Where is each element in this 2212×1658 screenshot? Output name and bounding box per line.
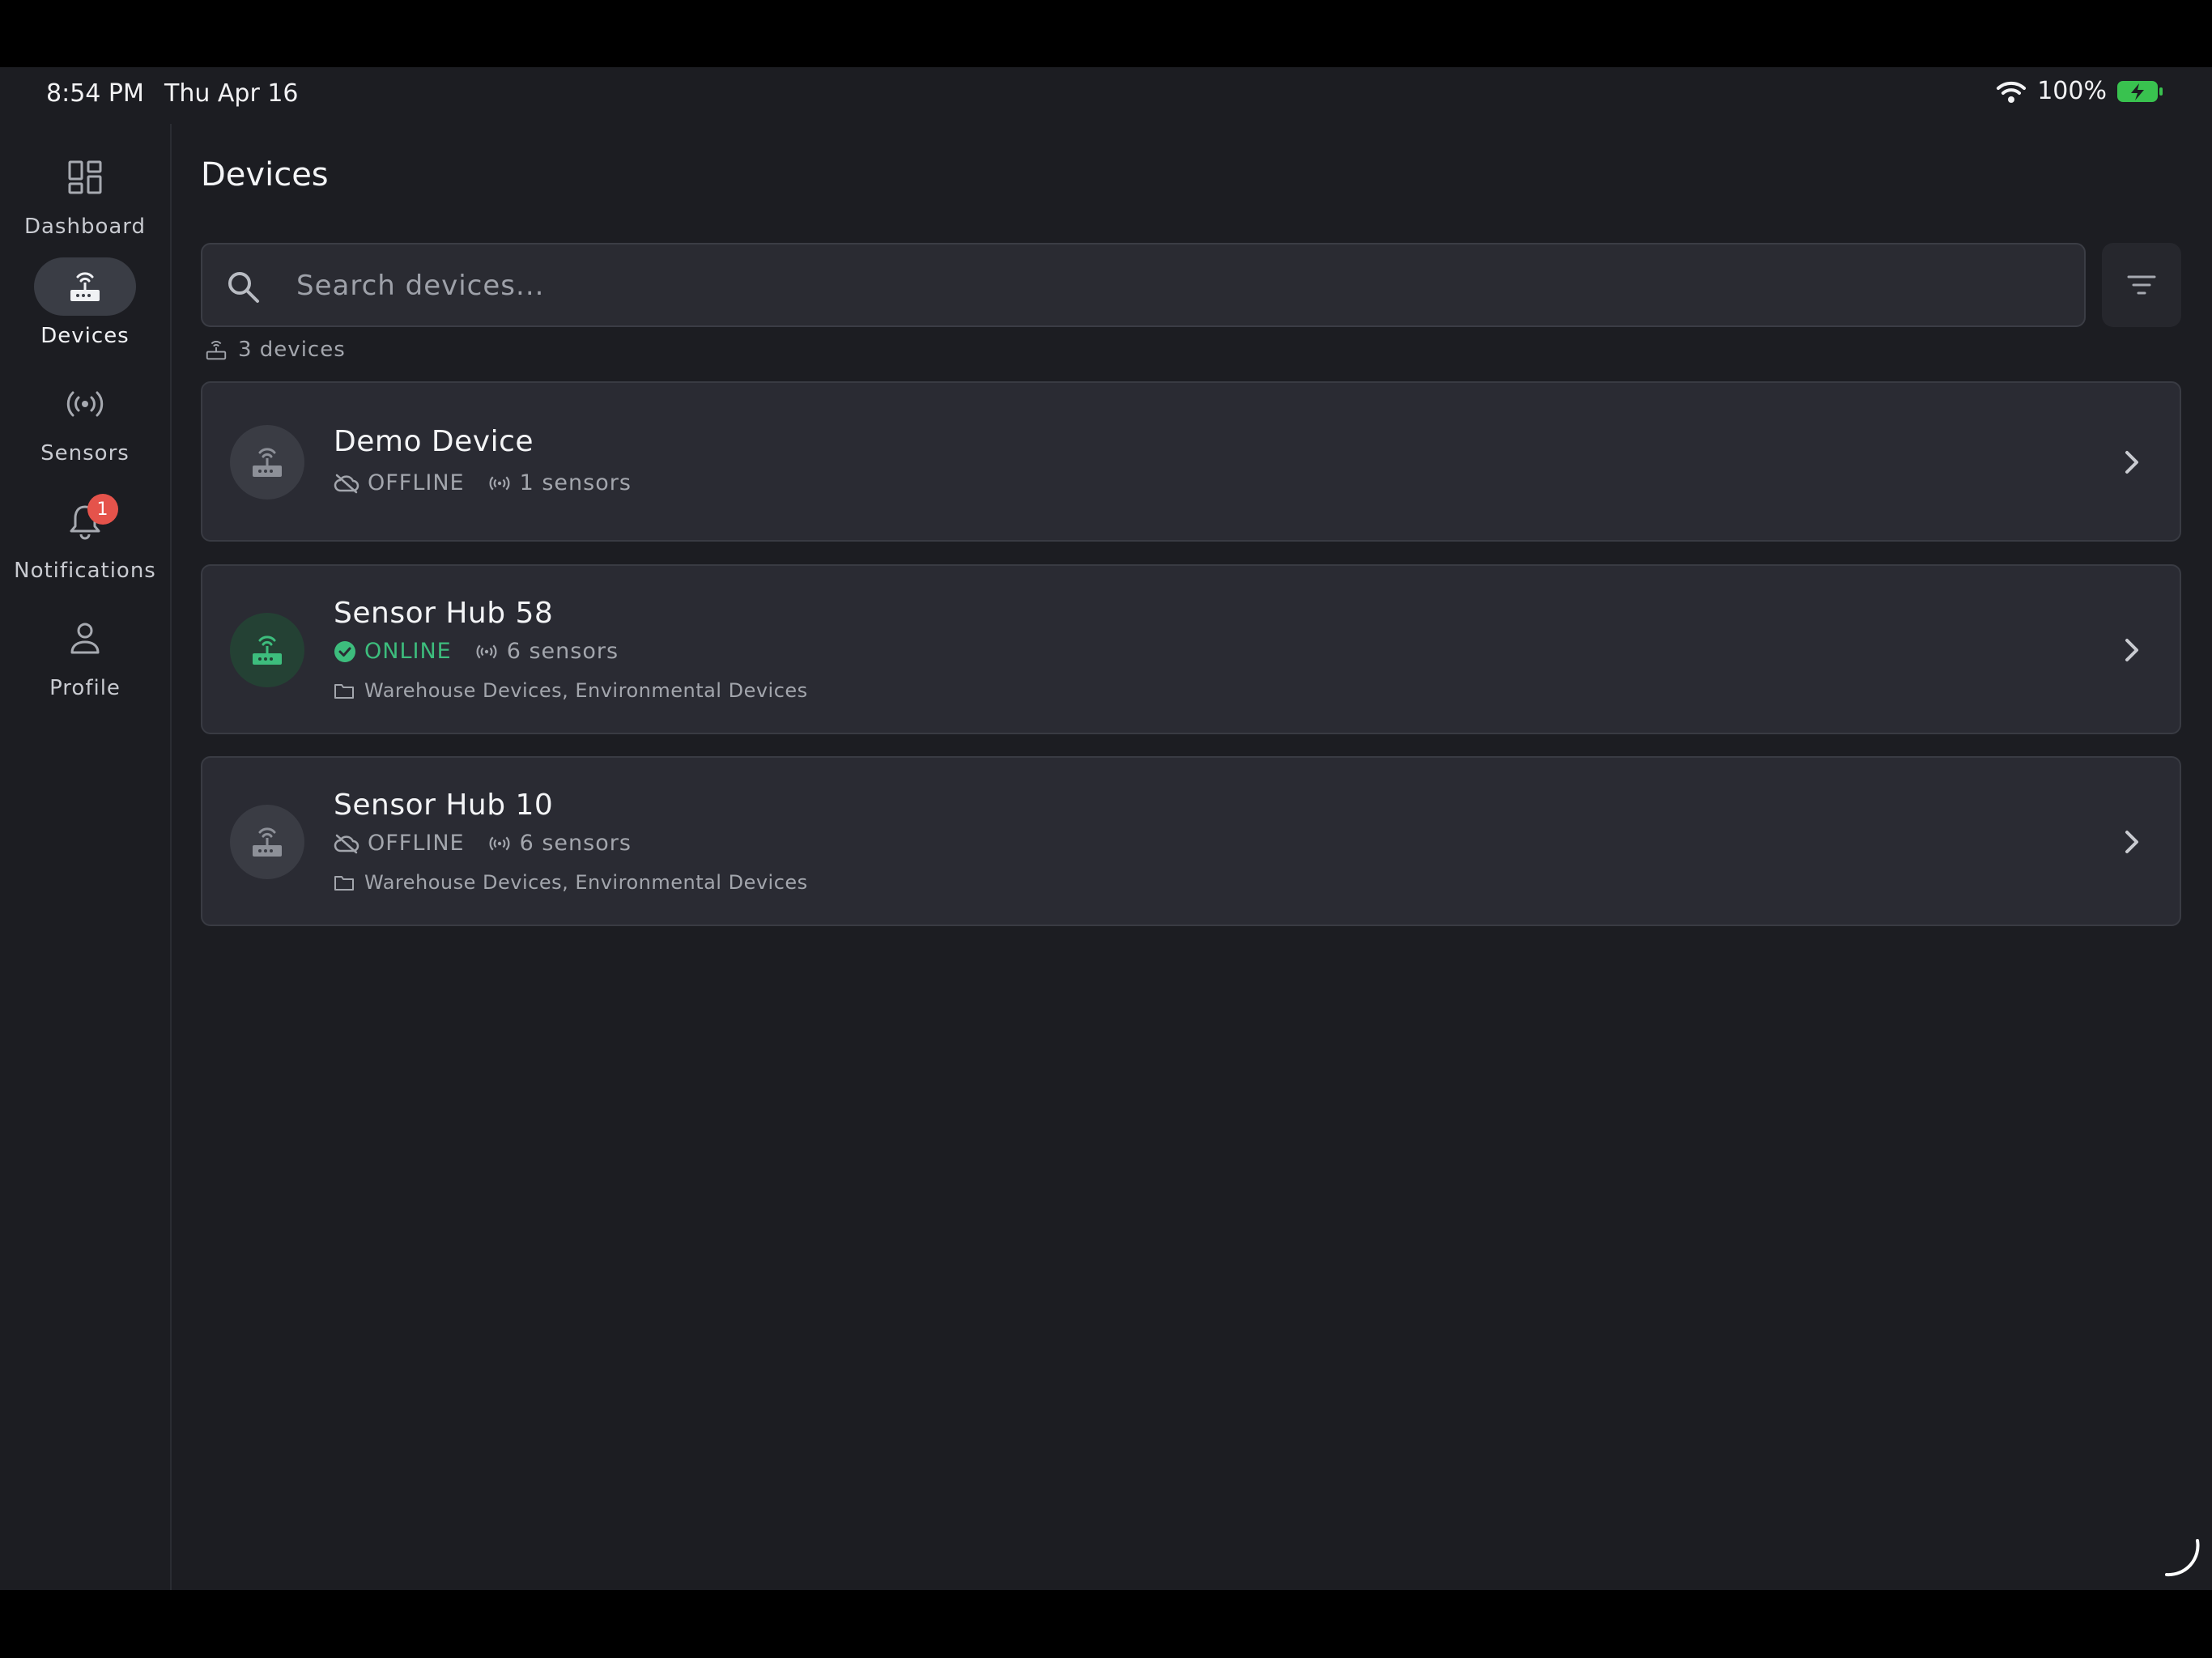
device-groups-text: Warehouse Devices, Environmental Devices — [364, 871, 808, 894]
filter-icon — [2127, 275, 2156, 295]
person-icon-wrap — [34, 610, 136, 668]
search-bar[interactable] — [201, 243, 2086, 327]
device-groups: Warehouse Devices, Environmental Devices — [334, 679, 808, 702]
battery-charging-icon — [2117, 80, 2163, 102]
sensor-count: 1 sensors — [487, 470, 632, 495]
bell-icon-wrap: 1 — [34, 492, 136, 551]
status-text: OFFLINE — [368, 831, 465, 856]
notification-badge: 1 — [87, 494, 118, 525]
device-name: Sensor Hub 10 — [334, 789, 554, 822]
router-icon-wrap — [34, 257, 136, 316]
status-badge: ONLINE — [334, 639, 452, 664]
status-date: Thu Apr 16 — [164, 79, 299, 108]
folder-icon — [334, 876, 354, 891]
filter-button[interactable] — [2102, 243, 2181, 327]
sensors-icon — [66, 391, 104, 417]
sidebar-item-sensors[interactable]: Sensors — [0, 375, 170, 466]
sensor-count-text: 1 sensors — [519, 470, 632, 495]
status-badge: OFFLINE — [334, 831, 465, 856]
sidebar-item-dashboard[interactable]: Dashboard — [0, 148, 170, 239]
loading-spinner-icon — [2165, 1539, 2200, 1577]
device-avatar — [230, 613, 304, 687]
status-text: OFFLINE — [368, 470, 465, 495]
cloud-off-icon — [334, 834, 359, 853]
router-icon — [70, 272, 100, 301]
device-card[interactable]: Sensor Hub 58 ONLINE 6 sensors Warehouse… — [201, 564, 2181, 734]
chevron-right-icon — [2125, 451, 2138, 474]
status-text: ONLINE — [364, 639, 452, 664]
dashboard-icon — [68, 160, 102, 194]
router-icon — [253, 827, 282, 857]
device-avatar — [230, 425, 304, 500]
search-icon — [228, 272, 259, 303]
sensors-icon — [489, 836, 510, 850]
sidebar-item-profile[interactable]: Profile — [0, 610, 170, 700]
battery-percent: 100% — [2037, 77, 2107, 105]
device-count: 3 devices — [204, 338, 346, 362]
device-meta: ONLINE 6 sensors — [334, 639, 641, 664]
sidebar-item-label: Profile — [49, 676, 121, 700]
status-bar: 8:54 PM Thu Apr 16 100% — [0, 67, 2212, 124]
device-groups: Warehouse Devices, Environmental Devices — [334, 871, 808, 894]
sensor-count: 6 sensors — [474, 639, 619, 664]
router-icon — [206, 341, 227, 360]
chevron-right-icon — [2125, 831, 2138, 853]
folder-icon — [334, 684, 354, 699]
sensors-icon — [489, 476, 510, 490]
sidebar-item-devices[interactable]: Devices — [0, 257, 170, 348]
router-icon — [253, 448, 282, 477]
check-circle-icon — [334, 640, 355, 662]
device-meta: OFFLINE 1 sensors — [334, 470, 654, 495]
chevron-right-icon — [2125, 639, 2138, 661]
sidebar-item-label: Sensors — [40, 441, 130, 466]
page-title: Devices — [201, 156, 329, 193]
device-name: Sensor Hub 58 — [334, 597, 554, 630]
sidebar-item-label: Dashboard — [23, 215, 147, 239]
sensors-icon-wrap — [34, 375, 136, 433]
sidebar-item-label: Devices — [40, 324, 130, 348]
status-right: 100% — [1995, 77, 2163, 105]
sidebar-item-label: Notifications — [14, 559, 156, 583]
status-time: 8:54 PM — [46, 79, 144, 108]
wifi-icon — [1997, 81, 2027, 103]
sidebar-nav: Dashboard Devices Sensors 1 Notification… — [0, 124, 172, 1590]
sidebar-item-notifications[interactable]: 1 Notifications — [0, 492, 170, 583]
sensor-count: 6 sensors — [487, 831, 632, 856]
dashboard-icon-wrap — [34, 148, 136, 206]
router-icon — [253, 636, 282, 665]
device-avatar — [230, 805, 304, 879]
sensor-count-text: 6 sensors — [506, 639, 619, 664]
device-card[interactable]: Sensor Hub 10 OFFLINE 6 sensors Warehous… — [201, 756, 2181, 926]
device-card[interactable]: Demo Device OFFLINE 1 sensors — [201, 381, 2181, 542]
device-name: Demo Device — [334, 425, 534, 458]
cloud-off-icon — [334, 474, 359, 493]
search-input[interactable] — [295, 261, 2039, 311]
device-meta: OFFLINE 6 sensors — [334, 831, 654, 856]
device-count-label: 3 devices — [238, 338, 346, 362]
sensors-icon — [476, 644, 497, 658]
sensor-count-text: 6 sensors — [519, 831, 632, 856]
device-groups-text: Warehouse Devices, Environmental Devices — [364, 679, 808, 702]
status-badge: OFFLINE — [334, 470, 465, 495]
person-icon — [70, 623, 100, 654]
